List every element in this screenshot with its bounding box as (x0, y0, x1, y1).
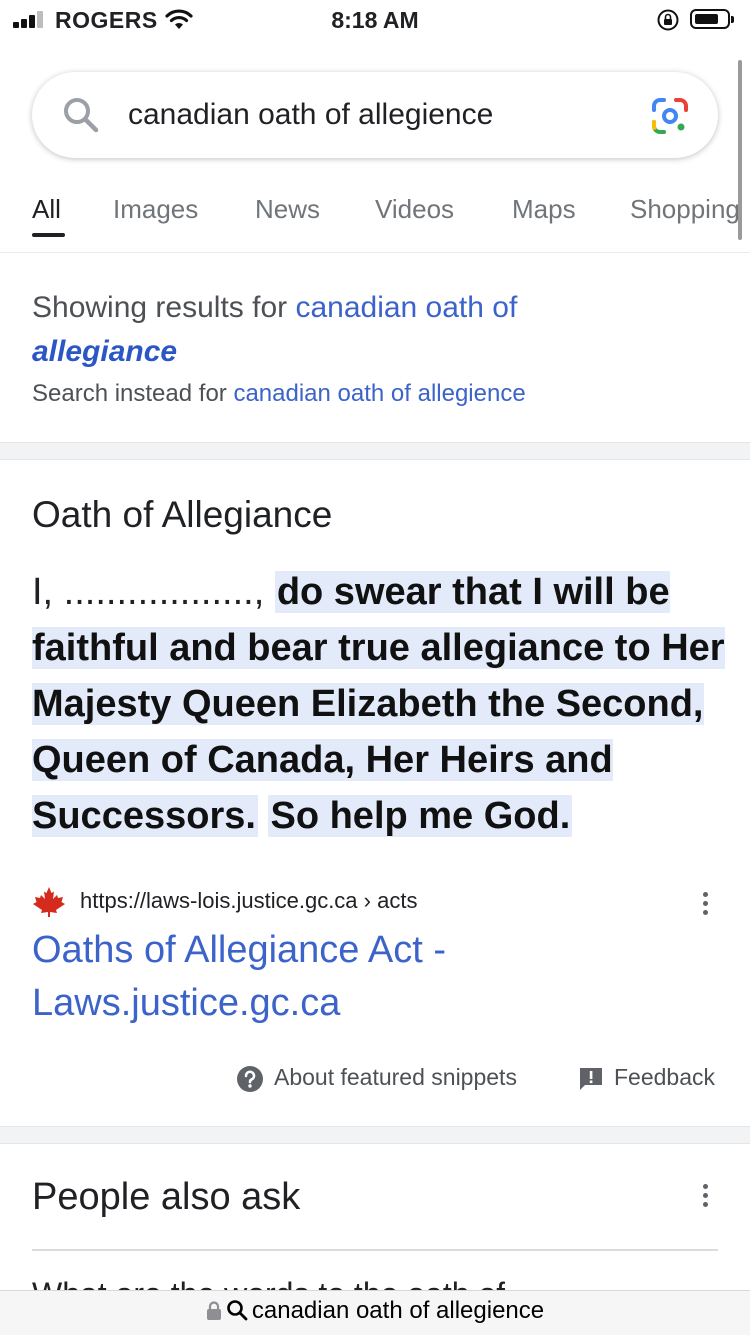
tab-images[interactable]: Images (113, 194, 198, 225)
snippet-text: I, .................., do swear that I w… (32, 564, 732, 844)
more-options-icon[interactable] (703, 1184, 709, 1211)
help-icon (237, 1065, 263, 1092)
divider (0, 252, 750, 253)
address-bar-query: canadian oath of allegience (251, 1297, 545, 1324)
active-tab-indicator (32, 233, 65, 237)
search-icon (64, 98, 99, 133)
clock: 8:18 AM (331, 7, 419, 33)
tab-maps[interactable]: Maps (512, 194, 576, 225)
section-separator (0, 1126, 750, 1144)
search-box[interactable]: canadian oath of allegience (32, 72, 718, 158)
feedback-button[interactable]: Feedback (578, 1064, 715, 1092)
tab-shopping[interactable]: Shopping (630, 194, 740, 225)
about-featured-snippets-button[interactable]: About featured snippets (236, 1064, 517, 1093)
section-separator (0, 442, 750, 460)
people-also-ask-heading: People also ask (32, 1176, 301, 1218)
corrected-word-link[interactable]: allegiance (32, 335, 177, 368)
browser-address-bar[interactable]: canadian oath of allegience (0, 1290, 750, 1335)
original-query-link[interactable]: canadian oath of allegience (233, 380, 525, 407)
scrollbar[interactable] (738, 60, 742, 240)
snippet-highlight-2: So help me God. (268, 795, 573, 837)
maple-leaf-icon (33, 887, 65, 917)
result-title-link[interactable]: Oaths of Allegiance Act - Laws.justice.g… (32, 924, 592, 1030)
spelling-correction: Showing results for canadian oath of all… (32, 286, 722, 408)
battery-icon (690, 9, 734, 29)
showing-results-label: Showing results for (32, 291, 296, 324)
divider (32, 1249, 718, 1251)
tab-news[interactable]: News (255, 194, 320, 225)
tab-all[interactable]: All (32, 194, 61, 225)
tab-videos[interactable]: Videos (375, 194, 454, 225)
feedback-icon (580, 1067, 602, 1090)
feedback-label: Feedback (614, 1064, 716, 1090)
about-featured-snippets-label: About featured snippets (274, 1064, 517, 1090)
more-options-icon[interactable] (703, 892, 709, 919)
question-item[interactable]: What are the words to the oath of (32, 1276, 505, 1290)
search-icon (227, 1300, 248, 1321)
google-lens-icon[interactable] (650, 96, 690, 136)
lock-icon (206, 1301, 221, 1320)
source-url[interactable]: https://laws-lois.justice.gc.ca › acts (80, 888, 417, 914)
result-source[interactable]: https://laws-lois.justice.gc.ca › acts (32, 884, 722, 920)
snippet-prefix: I, .................., (32, 571, 275, 613)
rotation-lock-icon (657, 9, 679, 31)
snippet-title: Oath of Allegiance (32, 494, 333, 535)
status-bar: ROGERS 8:18 AM (0, 0, 750, 42)
search-tabs: All Images News Videos Maps Shopping (0, 190, 750, 240)
search-instead-label: Search instead for (32, 380, 234, 407)
search-input[interactable]: canadian oath of allegience (128, 98, 493, 132)
corrected-query-link[interactable]: canadian oath of (295, 291, 517, 324)
